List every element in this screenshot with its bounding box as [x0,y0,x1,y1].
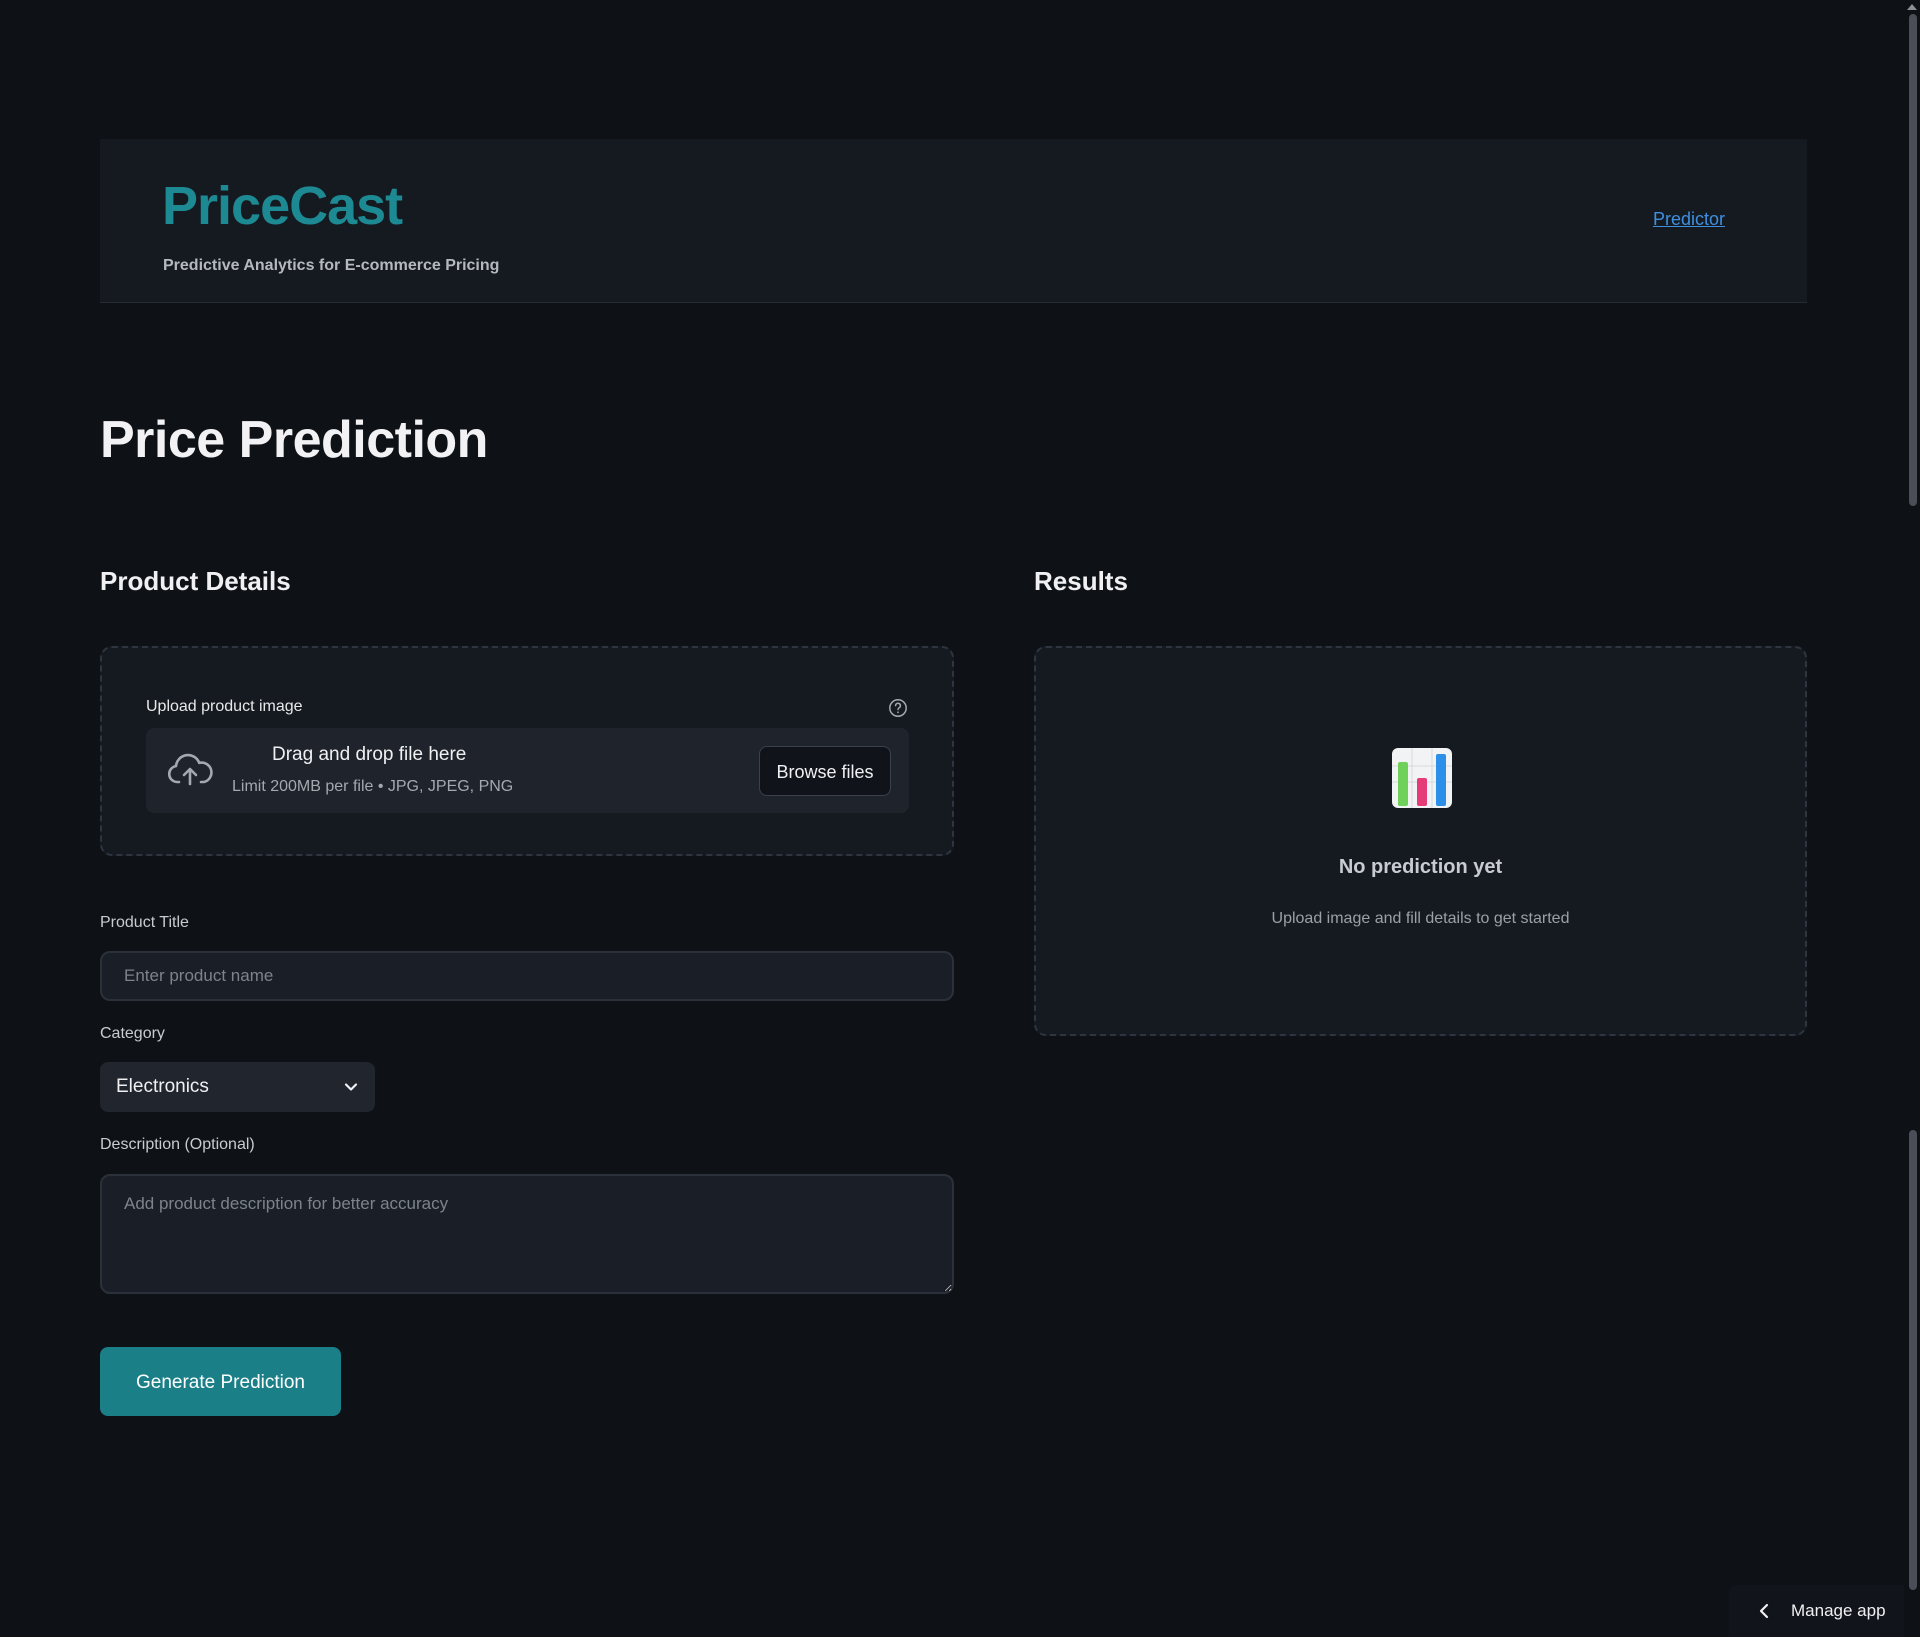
manage-app-button[interactable]: Manage app [1729,1585,1904,1637]
scroll-up-arrow-icon[interactable] [1906,2,1918,12]
page-scrollbar[interactable] [1904,0,1920,1637]
file-dropzone[interactable]: Drag and drop file here Limit 200MB per … [146,728,909,813]
upload-card: Upload product image Drag and drop file … [100,646,954,856]
dropzone-title: Drag and drop file here [272,744,467,765]
empty-state-subtitle: Upload image and fill details to get sta… [1271,910,1570,927]
category-select[interactable]: Electronics [100,1062,375,1112]
page-title: Price Prediction [100,411,488,469]
browse-files-button[interactable]: Browse files [759,746,891,796]
upload-label: Upload product image [146,698,303,715]
chevron-down-icon [344,1083,358,1091]
nav-link-predictor[interactable]: Predictor [1653,209,1725,230]
generate-prediction-button[interactable]: Generate Prediction [100,1347,341,1416]
product-details-heading: Product Details [100,566,291,596]
brand-logo: PriceCast [162,176,403,236]
app-page: PriceCast Predictive Analytics for E-com… [0,0,1920,1637]
scrollbar-thumb-secondary[interactable] [1909,1130,1917,1590]
app-header: PriceCast Predictive Analytics for E-com… [100,139,1807,303]
question-circle-icon[interactable] [888,698,908,718]
results-card: No prediction yet Upload image and fill … [1034,646,1807,1036]
category-selected-value: Electronics [116,1076,209,1097]
empty-state-title: No prediction yet [1338,856,1503,878]
dropzone-limit: Limit 200MB per file • JPG, JPEG, PNG [232,778,514,795]
cloud-upload-icon [167,753,213,786]
results-heading: Results [1034,566,1128,596]
brand-tagline: Predictive Analytics for E-commerce Pric… [163,257,500,274]
description-textarea[interactable] [100,1174,954,1294]
product-title-input[interactable] [100,951,954,1001]
bar-chart-icon [1392,748,1452,808]
manage-app-label: Manage app [1791,1601,1886,1620]
description-label: Description (Optional) [100,1136,255,1153]
product-title-label: Product Title [100,914,189,931]
chevron-left-icon [1759,1603,1769,1619]
category-label: Category [100,1025,165,1042]
scrollbar-thumb[interactable] [1909,14,1917,506]
